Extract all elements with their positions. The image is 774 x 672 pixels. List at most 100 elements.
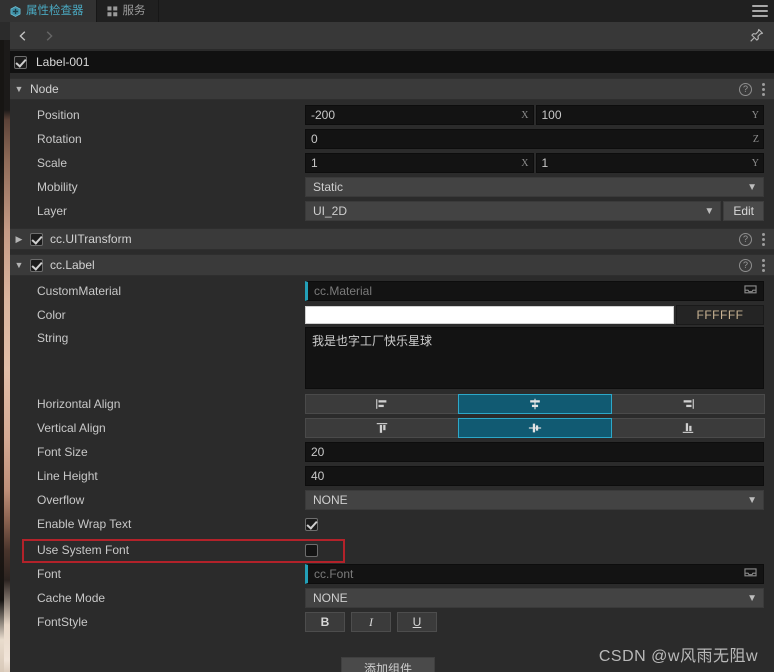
- font-placeholder: cc.Font: [314, 567, 354, 581]
- align-center-button[interactable]: [458, 394, 612, 414]
- overflow-value: NONE: [313, 493, 348, 507]
- row-enable-wrap-text: Enable Wrap Text: [10, 512, 774, 536]
- node-name-row[interactable]: Label-001: [10, 51, 774, 73]
- kebab-menu-icon[interactable]: [762, 82, 765, 96]
- enable-wrap-text-checkbox[interactable]: [305, 517, 318, 531]
- mobility-dropdown[interactable]: Static ▼: [305, 177, 764, 197]
- bold-button[interactable]: B: [305, 612, 345, 632]
- kebab-menu-icon[interactable]: [762, 258, 765, 272]
- row-label: Rotation: [37, 132, 82, 146]
- overflow-dropdown[interactable]: NONE ▼: [305, 490, 764, 510]
- node-enabled-checkbox[interactable]: [14, 55, 27, 69]
- layer-value: UI_2D: [313, 204, 348, 218]
- row-layer: Layer UI_2D ▼ Edit: [10, 199, 774, 223]
- row-line-height: Line Height 40: [10, 464, 774, 488]
- row-cache-mode: Cache Mode NONE ▼: [10, 586, 774, 610]
- help-icon[interactable]: ?: [739, 258, 752, 272]
- row-label: Horizontal Align: [37, 397, 121, 411]
- italic-button[interactable]: I: [351, 612, 391, 632]
- row-label: Overflow: [37, 493, 85, 507]
- chevron-down-icon[interactable]: ▼: [10, 84, 28, 94]
- line-height-input[interactable]: 40: [305, 466, 764, 486]
- axis-label-z: Z: [752, 133, 759, 145]
- row-label: Cache Mode: [37, 591, 106, 605]
- hexagon-icon: [10, 5, 21, 17]
- row-overflow: Overflow NONE ▼: [10, 488, 774, 512]
- font-asset-field[interactable]: cc.Font: [305, 564, 764, 584]
- chevron-down-icon: ▼: [747, 592, 757, 604]
- align-middle-button[interactable]: [458, 418, 612, 438]
- use-system-font-checkbox[interactable]: [305, 543, 318, 557]
- row-custom-material: CustomMaterial cc.Material: [10, 279, 774, 303]
- chevron-down-icon: ▼: [704, 205, 715, 217]
- axis-label-y: Y: [751, 109, 759, 121]
- align-right-button[interactable]: [611, 394, 765, 414]
- row-vertical-align: Vertical Align: [10, 416, 774, 440]
- font-size-input[interactable]: 20: [305, 442, 764, 462]
- forward-button[interactable]: [36, 22, 62, 50]
- layer-dropdown[interactable]: UI_2D ▼: [305, 201, 722, 221]
- underline-button[interactable]: U: [397, 612, 437, 632]
- position-y-value: 100: [541, 108, 562, 122]
- string-textarea[interactable]: 我是也字工厂快乐星球: [305, 327, 764, 389]
- row-string: String 我是也字工厂快乐星球: [10, 327, 774, 393]
- section-header-node[interactable]: ▼ Node ?: [10, 78, 774, 100]
- asset-picker-icon[interactable]: [744, 285, 757, 297]
- row-label: String: [37, 331, 69, 345]
- node-name-text: Label-001: [36, 55, 90, 69]
- scale-y-input[interactable]: 1 Y: [535, 153, 764, 173]
- tab-bar: 属性检查器 服务: [0, 0, 774, 22]
- align-top-button[interactable]: [305, 418, 459, 438]
- align-left-button[interactable]: [305, 394, 459, 414]
- help-icon[interactable]: ?: [739, 232, 752, 246]
- row-label: Color: [37, 308, 66, 322]
- row-label: Enable Wrap Text: [37, 517, 132, 531]
- color-swatch[interactable]: [305, 306, 674, 324]
- row-label: Layer: [37, 204, 68, 218]
- pin-icon: [750, 28, 764, 42]
- row-position: Position -200 X 100 Y: [10, 103, 774, 127]
- chevron-right-icon[interactable]: ▶: [10, 234, 28, 245]
- add-component-button[interactable]: 添加组件: [341, 657, 435, 672]
- row-label: Font: [37, 567, 62, 581]
- tab-label: 服务: [122, 5, 146, 17]
- cache-mode-dropdown[interactable]: NONE ▼: [305, 588, 764, 608]
- chevron-right-icon: [46, 30, 53, 41]
- uitransform-enabled-checkbox[interactable]: [30, 232, 43, 246]
- background-photo-edge: [0, 40, 4, 672]
- pin-button[interactable]: [749, 28, 764, 48]
- help-icon[interactable]: ?: [739, 82, 752, 96]
- custom-material-placeholder: cc.Material: [314, 284, 373, 298]
- section-header-label[interactable]: ▼ cc.Label ?: [10, 254, 774, 276]
- back-button[interactable]: [10, 22, 36, 50]
- rotation-z-input[interactable]: 0 Z: [305, 129, 764, 149]
- navigation-bar: [10, 22, 774, 50]
- row-use-system-font: Use System Font: [10, 538, 774, 562]
- cache-mode-value: NONE: [313, 591, 348, 605]
- font-size-value: 20: [311, 445, 325, 459]
- kebab-menu-icon[interactable]: [762, 232, 765, 246]
- position-x-value: -200: [311, 108, 336, 122]
- inspector-panel: 属性检查器 服务 Label-001 ▼ Node ? Position -20…: [0, 0, 774, 672]
- section-title: Node: [30, 82, 59, 96]
- label-enabled-checkbox[interactable]: [30, 258, 43, 272]
- color-hex-input[interactable]: FFFFFF: [676, 305, 764, 325]
- chevron-down-icon: ▼: [747, 494, 757, 506]
- position-x-input[interactable]: -200 X: [305, 105, 534, 125]
- layer-edit-button[interactable]: Edit: [723, 201, 764, 221]
- hamburger-icon[interactable]: [752, 4, 768, 18]
- chevron-down-icon[interactable]: ▼: [10, 260, 28, 270]
- row-label: Line Height: [37, 469, 98, 483]
- asset-picker-icon[interactable]: [744, 568, 757, 580]
- custom-material-asset-field[interactable]: cc.Material: [305, 281, 764, 301]
- row-label: FontStyle: [37, 615, 88, 629]
- tab-label: 属性检查器: [26, 5, 84, 17]
- scale-x-input[interactable]: 1 X: [305, 153, 534, 173]
- align-bottom-button[interactable]: [611, 418, 765, 438]
- section-header-uitransform[interactable]: ▶ cc.UITransform ?: [10, 228, 774, 250]
- line-height-value: 40: [311, 469, 325, 483]
- position-y-input[interactable]: 100 Y: [535, 105, 764, 125]
- row-font: Font cc.Font: [10, 562, 774, 586]
- tab-services[interactable]: 服务: [96, 0, 159, 22]
- tab-property-inspector[interactable]: 属性检查器: [0, 0, 97, 22]
